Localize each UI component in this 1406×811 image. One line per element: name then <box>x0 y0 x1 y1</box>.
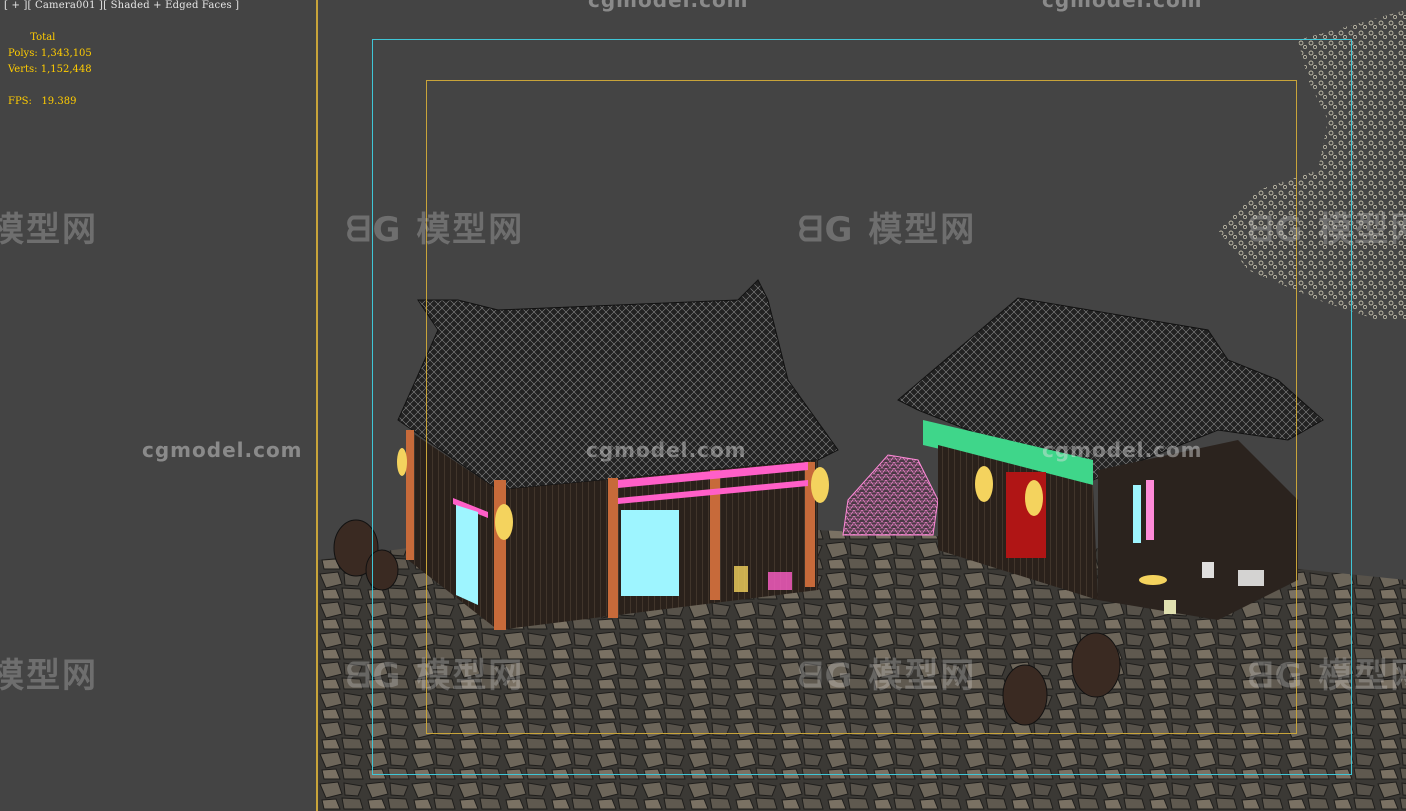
viewport[interactable]: cgmodel.com cgmodel.com cgmodel.com cgmo… <box>0 0 1406 811</box>
stats-header: Total <box>30 32 56 43</box>
polys-value: 1,343,105 <box>40 48 92 59</box>
fps-value: 19.389 <box>41 96 77 107</box>
scene-render <box>318 10 1406 811</box>
viewport-letterbox <box>0 0 318 811</box>
viewport-label-menu[interactable]: [ + ][ Camera001 ][ Shaded + Edged Faces… <box>4 0 239 11</box>
viewport-statistics: Total Polys: 1,343,105 Verts: 1,152,448 … <box>8 30 92 110</box>
stats-header-row: Total <box>8 30 92 46</box>
fps-label: FPS: <box>8 96 32 107</box>
stats-verts-row: Verts: 1,152,448 <box>8 62 92 78</box>
polys-label: Polys: <box>8 48 38 59</box>
stats-polys-row: Polys: 1,343,105 <box>8 46 92 62</box>
verts-label: Verts: <box>8 64 38 75</box>
stats-spacer <box>8 78 92 94</box>
verts-value: 1,152,448 <box>40 64 92 75</box>
stats-fps-row: FPS: 19.389 <box>8 94 92 110</box>
